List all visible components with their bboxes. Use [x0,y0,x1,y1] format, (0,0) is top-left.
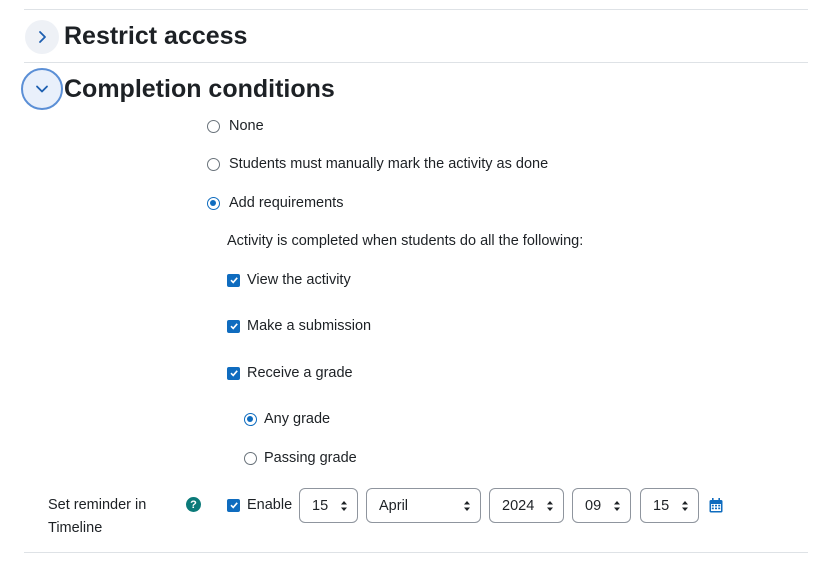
select-caret-icon [547,501,553,511]
reminder-label: Set reminder in Timeline [48,497,147,536]
checkmark-icon [229,323,238,330]
reminder-hour-value: 09 [585,497,602,514]
reminder-minute-value: 15 [653,497,670,514]
grade-any-label[interactable]: Any grade [264,411,330,427]
requirement-grade[interactable]: Receive a grade [227,365,353,381]
reminder-year-value: 2024 [502,497,535,514]
restrict-access-heading[interactable]: Restrict access [64,22,247,51]
completion-manual-radio[interactable] [207,157,220,171]
completion-none-label[interactable]: None [229,118,264,134]
reminder-enable-label[interactable]: Enable [247,497,292,513]
requirement-submission[interactable]: Make a submission [227,318,371,334]
completion-manual-option[interactable]: Students must manually mark the activity… [207,156,548,172]
reminder-month-value: April [379,497,409,514]
requirement-grade-label[interactable]: Receive a grade [247,365,353,381]
grade-passing-option[interactable]: Passing grade [244,450,357,466]
requirement-submission-label[interactable]: Make a submission [247,318,371,334]
completion-add-requirements-radio[interactable] [207,196,220,210]
select-caret-icon [464,501,470,511]
restrict-access-toggle[interactable] [25,20,59,54]
reminder-month-select[interactable]: April [366,488,481,523]
select-caret-icon [341,501,347,511]
checkmark-icon [229,277,238,284]
completion-conditions-toggle[interactable] [21,68,63,110]
bottom-divider [24,552,808,553]
completion-add-requirements-option[interactable]: Add requirements [207,195,343,211]
grade-any-radio[interactable] [244,412,257,426]
grade-any-option[interactable]: Any grade [244,411,330,427]
checkmark-icon [229,502,238,509]
completion-none-option[interactable]: None [207,118,264,134]
requirement-view-label[interactable]: View the activity [247,272,351,288]
reminder-day-value: 15 [312,497,329,514]
requirement-view-checkbox[interactable] [227,273,240,287]
reminder-day-select[interactable]: 15 [299,488,358,523]
grade-passing-radio[interactable] [244,451,257,465]
requirement-view[interactable]: View the activity [227,272,351,288]
help-icon[interactable]: ? [186,497,201,512]
reminder-minute-select[interactable]: 15 [640,488,699,523]
completion-intro-text: Activity is completed when students do a… [227,233,584,249]
select-caret-icon [682,501,688,511]
section-divider [24,62,808,63]
grade-passing-label[interactable]: Passing grade [264,450,357,466]
checkmark-icon [229,370,238,377]
chevron-right-icon [39,31,46,43]
chevron-down-icon [36,85,48,93]
top-divider [24,9,808,10]
calendar-icon[interactable] [709,498,723,513]
reminder-enable[interactable]: Enable [227,497,292,513]
reminder-year-select[interactable]: 2024 [489,488,564,523]
requirement-submission-checkbox[interactable] [227,319,240,333]
requirement-grade-checkbox[interactable] [227,366,240,380]
completion-manual-label[interactable]: Students must manually mark the activity… [229,156,548,172]
reminder-hour-select[interactable]: 09 [572,488,631,523]
select-caret-icon [614,501,620,511]
reminder-enable-checkbox[interactable] [227,498,240,512]
completion-conditions-heading[interactable]: Completion conditions [64,75,335,104]
completion-none-radio[interactable] [207,119,220,133]
completion-add-requirements-label[interactable]: Add requirements [229,195,343,211]
